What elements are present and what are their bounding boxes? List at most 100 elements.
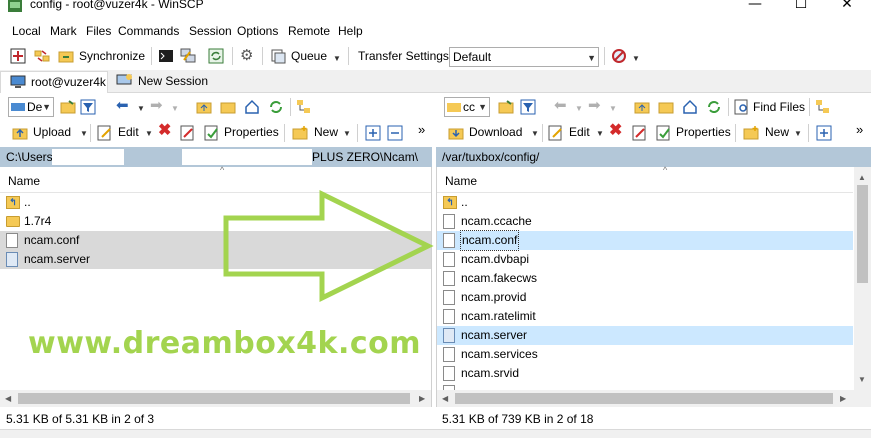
edit-icon[interactable] <box>548 125 564 141</box>
parent-directory-icon[interactable] <box>634 99 650 115</box>
scroll-right-icon[interactable]: ▶ <box>419 394 425 403</box>
no-transfer-icon[interactable] <box>611 48 627 64</box>
menu-help[interactable]: Help <box>338 24 363 38</box>
properties-icon[interactable] <box>656 125 672 141</box>
download-icon[interactable] <box>448 125 464 141</box>
scroll-right-icon[interactable]: ▶ <box>840 394 846 403</box>
root-directory-icon[interactable] <box>220 99 236 115</box>
scroll-down-icon[interactable]: ▼ <box>858 375 866 384</box>
menu-commands[interactable]: Commands <box>118 24 179 38</box>
queue-button[interactable]: Queue <box>291 47 327 65</box>
find-files-button[interactable]: Find Files <box>753 98 805 116</box>
scroll-left-icon[interactable]: ◀ <box>5 394 11 403</box>
delete-icon[interactable]: ✖ <box>158 122 171 140</box>
tab-session[interactable]: root@vuzer4k <box>0 71 108 93</box>
properties-button[interactable]: Properties <box>676 125 731 139</box>
remote-vertical-scrollbar[interactable]: ▲ ▼ <box>854 167 871 390</box>
transfer-settings-label[interactable]: Transfer Settings <box>358 47 449 65</box>
minimize-button[interactable]: — <box>732 0 778 16</box>
back-arrow-icon[interactable]: ⬅ <box>116 97 129 115</box>
queue-icon[interactable] <box>270 48 286 64</box>
open-folder-icon[interactable] <box>498 99 514 115</box>
back-arrow-icon[interactable]: ⬅ <box>554 97 567 115</box>
name-column-header[interactable]: Name <box>445 174 477 188</box>
home-icon[interactable] <box>244 99 260 115</box>
menu-mark[interactable]: Mark <box>50 24 77 38</box>
putty-icon[interactable] <box>180 48 196 64</box>
chevron-down-icon[interactable]: ▼ <box>343 129 351 138</box>
tree-view-icon[interactable] <box>296 99 312 115</box>
scrollbar-thumb[interactable] <box>455 393 833 404</box>
remote-column-header[interactable]: ^ Name <box>437 165 853 193</box>
chevron-down-icon[interactable]: ▼ <box>632 54 640 63</box>
more-chevron-icon[interactable]: » <box>418 122 425 137</box>
rename-icon[interactable] <box>180 125 196 141</box>
scrollbar-thumb[interactable] <box>18 393 410 404</box>
parent-directory-icon[interactable] <box>196 99 212 115</box>
root-directory-icon[interactable] <box>658 99 674 115</box>
list-item[interactable]: ncam.ratelimit <box>437 307 853 326</box>
remote-file-pane[interactable]: ^ Name ↰ .. ncam.ccache ncam.conf ncam.d… <box>436 165 871 407</box>
local-path-bar[interactable]: C:\Users PLUS ZERO\Ncam\ <box>0 147 432 167</box>
edit-button[interactable]: Edit <box>569 125 590 139</box>
tab-new-session[interactable]: New Session <box>110 71 210 93</box>
scrollbar-thumb[interactable] <box>857 185 868 283</box>
list-item[interactable]: ncam.conf <box>437 230 853 251</box>
chevron-down-icon[interactable]: ▼ <box>137 104 145 113</box>
list-item[interactable]: ncam.dvbapi <box>437 250 853 269</box>
tree-view-icon[interactable] <box>815 99 831 115</box>
chevron-down-icon[interactable]: ▼ <box>531 129 539 138</box>
chevron-down-icon[interactable]: ▼ <box>333 54 341 63</box>
remote-directory-select[interactable]: cc ▼ <box>444 97 490 117</box>
menu-local[interactable]: Local <box>12 24 41 38</box>
menu-session[interactable]: Session <box>189 24 232 38</box>
synchronize-button[interactable]: Synchronize <box>79 47 145 65</box>
transfer-settings-select[interactable]: Default ▼ <box>449 47 599 67</box>
chevron-down-icon[interactable]: ▼ <box>171 104 179 113</box>
menu-options[interactable]: Options <box>237 24 278 38</box>
new-folder-icon[interactable] <box>292 125 308 141</box>
chevron-down-icon[interactable]: ▼ <box>596 129 604 138</box>
home-icon[interactable] <box>682 99 698 115</box>
chevron-down-icon[interactable]: ▼ <box>80 129 88 138</box>
local-horizontal-scrollbar[interactable]: ◀ ▶ <box>0 390 431 407</box>
filter-icon[interactable] <box>520 99 536 115</box>
chevron-down-icon[interactable]: ▼ <box>145 129 153 138</box>
scroll-left-icon[interactable]: ◀ <box>442 394 448 403</box>
refresh-icon[interactable] <box>268 99 284 115</box>
edit-button[interactable]: Edit <box>118 125 139 139</box>
close-button[interactable]: ✕ <box>824 0 870 16</box>
console-icon[interactable] <box>158 48 174 64</box>
preferences-gear-icon[interactable]: ⚙ <box>240 47 253 65</box>
rename-icon[interactable] <box>632 125 648 141</box>
forward-arrow-icon[interactable]: ➡ <box>588 97 601 115</box>
compare-directories-icon[interactable] <box>10 48 26 64</box>
new-button[interactable]: New <box>765 125 789 139</box>
list-item[interactable]: ncam.ccache <box>437 212 853 231</box>
properties-icon[interactable] <box>204 125 220 141</box>
menu-files[interactable]: Files <box>86 24 111 38</box>
chevron-down-icon[interactable]: ▼ <box>609 104 617 113</box>
upload-icon[interactable] <box>12 125 28 141</box>
select-files-plus-icon[interactable] <box>365 125 381 141</box>
chevron-down-icon[interactable]: ▼ <box>794 129 802 138</box>
delete-icon[interactable]: ✖ <box>609 122 622 140</box>
scroll-up-icon[interactable]: ▲ <box>858 173 866 182</box>
refresh-icon[interactable] <box>706 99 722 115</box>
list-item[interactable]: ncam.fakecws <box>437 269 853 288</box>
name-column-header[interactable]: Name <box>8 174 40 188</box>
maximize-button[interactable]: ☐ <box>778 0 824 16</box>
list-item[interactable]: ncam.server <box>437 326 853 345</box>
menu-remote[interactable]: Remote <box>288 24 330 38</box>
list-item-partial[interactable] <box>437 383 853 390</box>
chevron-down-icon[interactable]: ▼ <box>575 104 583 113</box>
properties-button[interactable]: Properties <box>224 125 279 139</box>
upload-button[interactable]: Upload <box>33 125 71 139</box>
edit-icon[interactable] <box>97 125 113 141</box>
list-item[interactable]: ncam.services <box>437 345 853 364</box>
open-folder-icon[interactable] <box>60 99 76 115</box>
local-drive-select[interactable]: De ▼ <box>8 97 54 117</box>
new-folder-icon[interactable] <box>743 125 759 141</box>
forward-arrow-icon[interactable]: ➡ <box>150 97 163 115</box>
download-button[interactable]: Download <box>469 125 522 139</box>
